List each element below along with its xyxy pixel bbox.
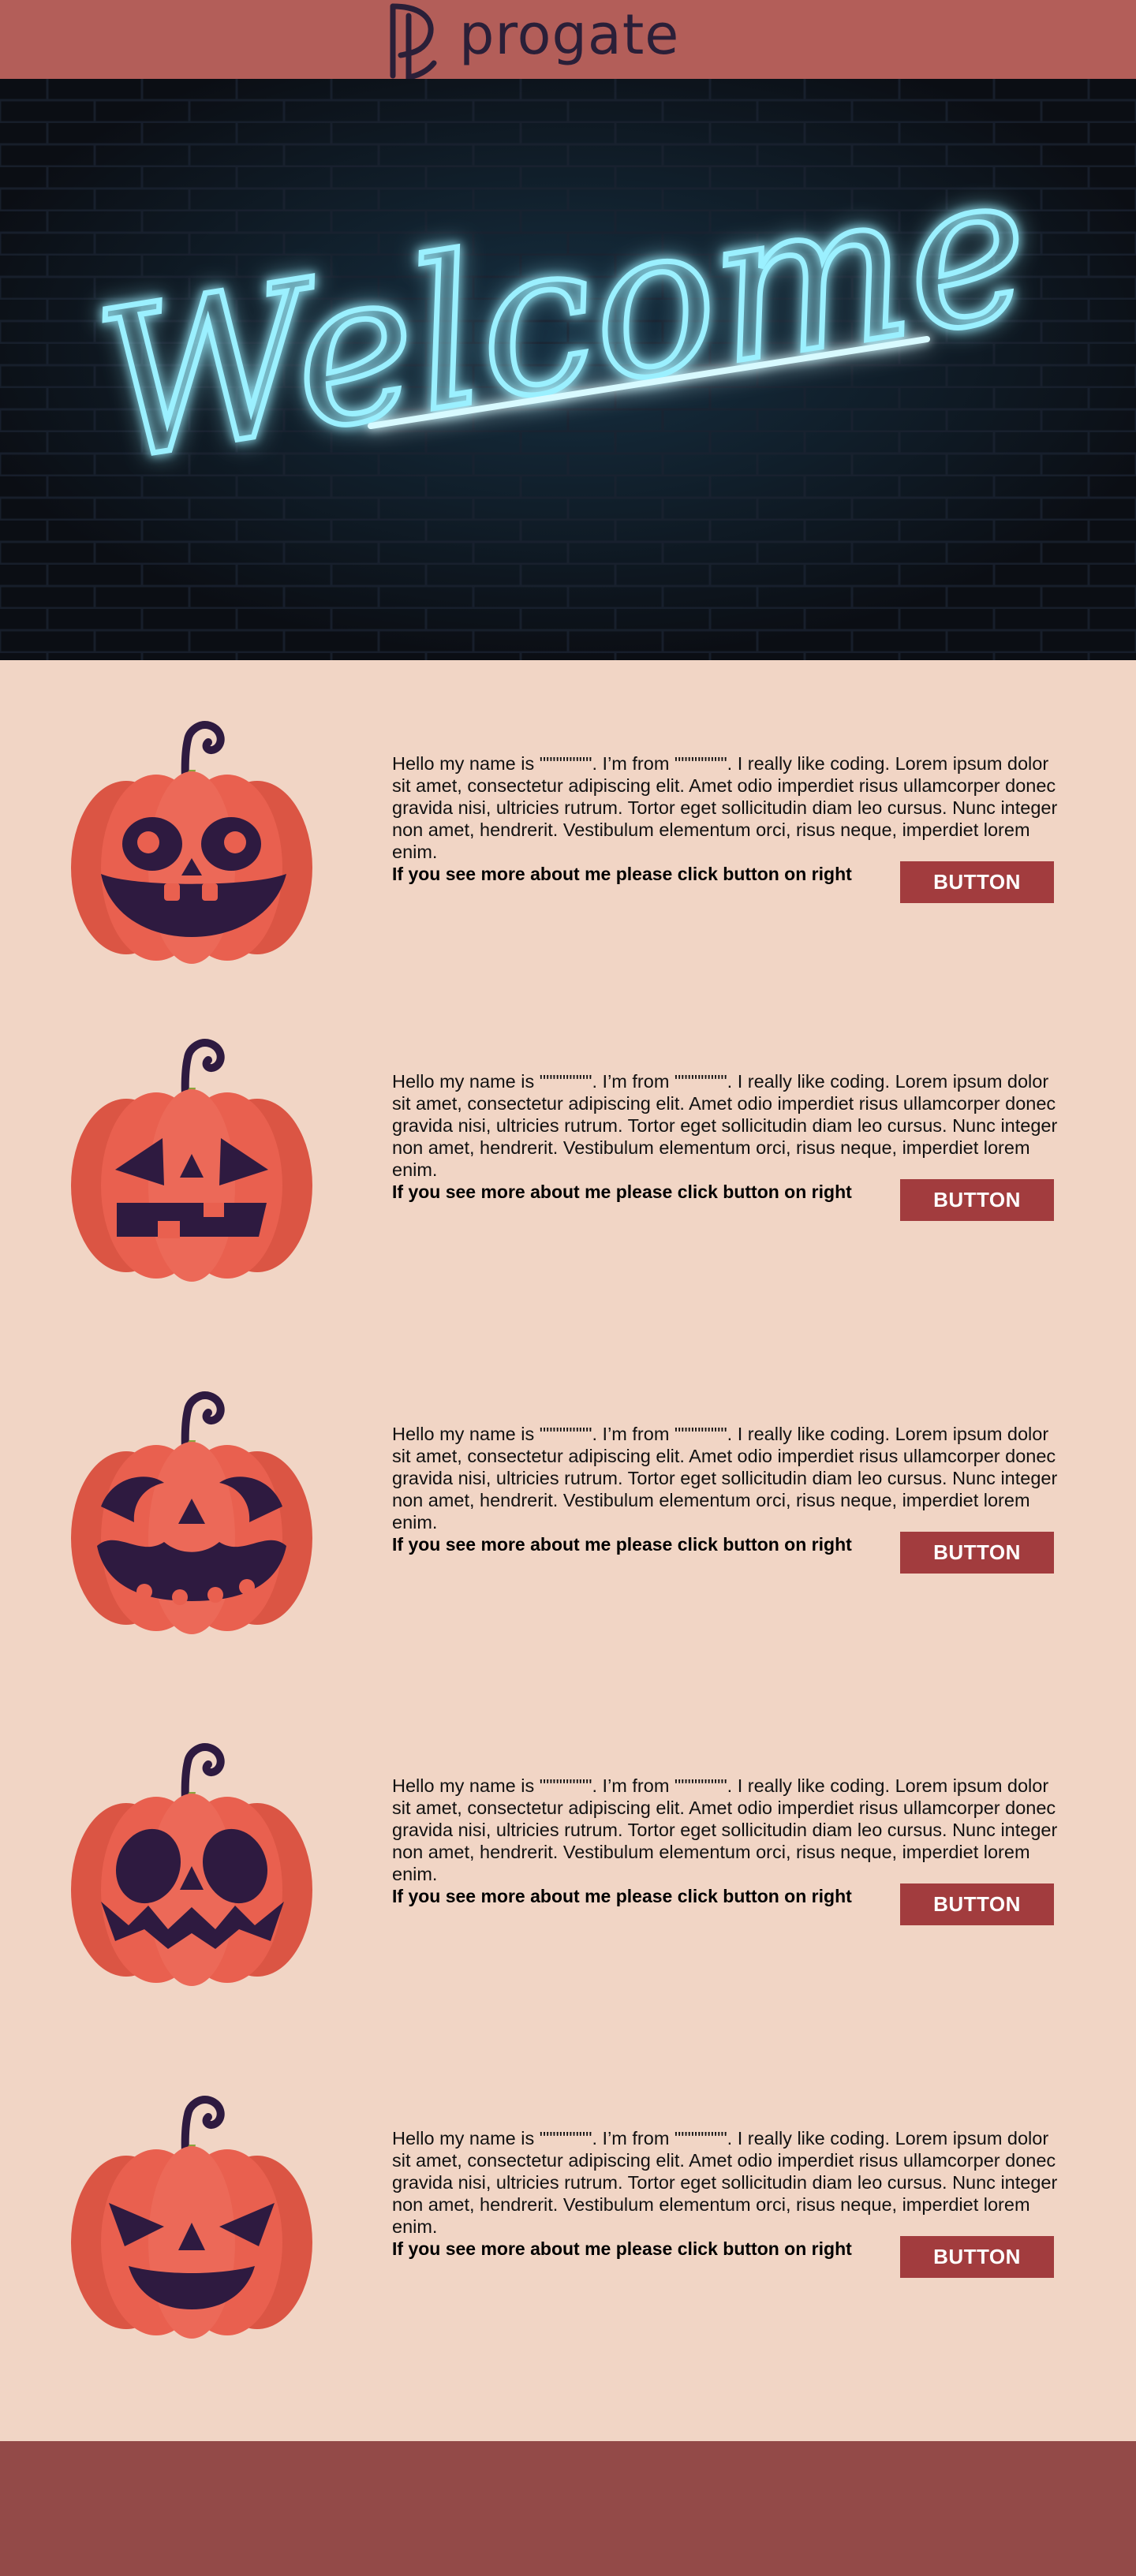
pumpkin-avatar-icon — [71, 1743, 312, 1986]
profile-description: Hello my name is """""""". I’m from """"… — [392, 2128, 1058, 2237]
profile-row: Hello my name is """""""". I’m from """"… — [0, 718, 1136, 1002]
site-footer — [0, 2441, 1136, 2576]
profile-button[interactable]: BUTTON — [900, 1883, 1054, 1925]
profile-cta-text: If you see more about me please click bu… — [392, 1182, 852, 1202]
profile-cta-text: If you see more about me please click bu… — [392, 1886, 852, 1906]
profile-description: Hello my name is """""""". I’m from """"… — [392, 753, 1058, 862]
profile-cta-text: If you see more about me please click bu… — [392, 864, 852, 884]
profile-description: Hello my name is """""""". I’m from """"… — [392, 1775, 1058, 1884]
pumpkin-avatar-icon — [71, 1391, 312, 1634]
profile-button[interactable]: BUTTON — [900, 1532, 1054, 1574]
pumpkin-avatar-icon — [71, 1039, 312, 1282]
pumpkin-avatar-icon — [71, 721, 312, 964]
pumpkin-avatar-icon — [71, 2096, 312, 2339]
profile-button[interactable]: BUTTON — [900, 2236, 1054, 2278]
progate-logo[interactable]: progate — [385, 0, 679, 79]
profile-description: Hello my name is """""""". I’m from """"… — [392, 1071, 1058, 1180]
profile-row: Hello my name is """""""". I’m from """"… — [0, 1740, 1136, 2024]
profile-row: Hello my name is """""""". I’m from """"… — [0, 1036, 1136, 1320]
neon-welcome-sign: Welcome — [0, 79, 1136, 660]
profile-cta-text: If you see more about me please click bu… — [392, 1534, 852, 1555]
profile-row: Hello my name is """""""". I’m from """"… — [0, 1388, 1136, 1672]
progate-logo-icon — [390, 3, 437, 79]
profile-row: Hello my name is """""""". I’m from """"… — [0, 2093, 1136, 2376]
profile-description: Hello my name is """""""". I’m from """"… — [392, 1424, 1058, 1533]
site-header: progate — [0, 0, 1136, 79]
brand-name: progate — [459, 2, 680, 67]
profile-button[interactable]: BUTTON — [900, 861, 1054, 903]
hero-banner: Welcome — [0, 79, 1136, 660]
profile-cta-text: If you see more about me please click bu… — [392, 2238, 852, 2259]
profile-button[interactable]: BUTTON — [900, 1179, 1054, 1221]
